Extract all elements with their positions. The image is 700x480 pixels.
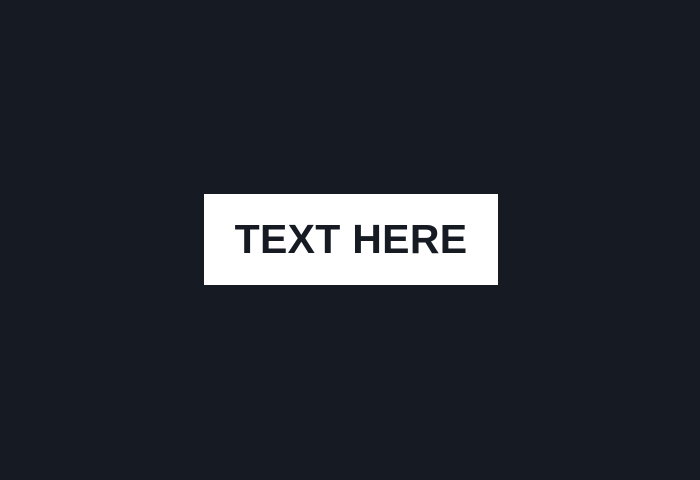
- label-text: TEXT HERE: [234, 216, 468, 262]
- text-label-box: TEXT HERE: [204, 194, 498, 285]
